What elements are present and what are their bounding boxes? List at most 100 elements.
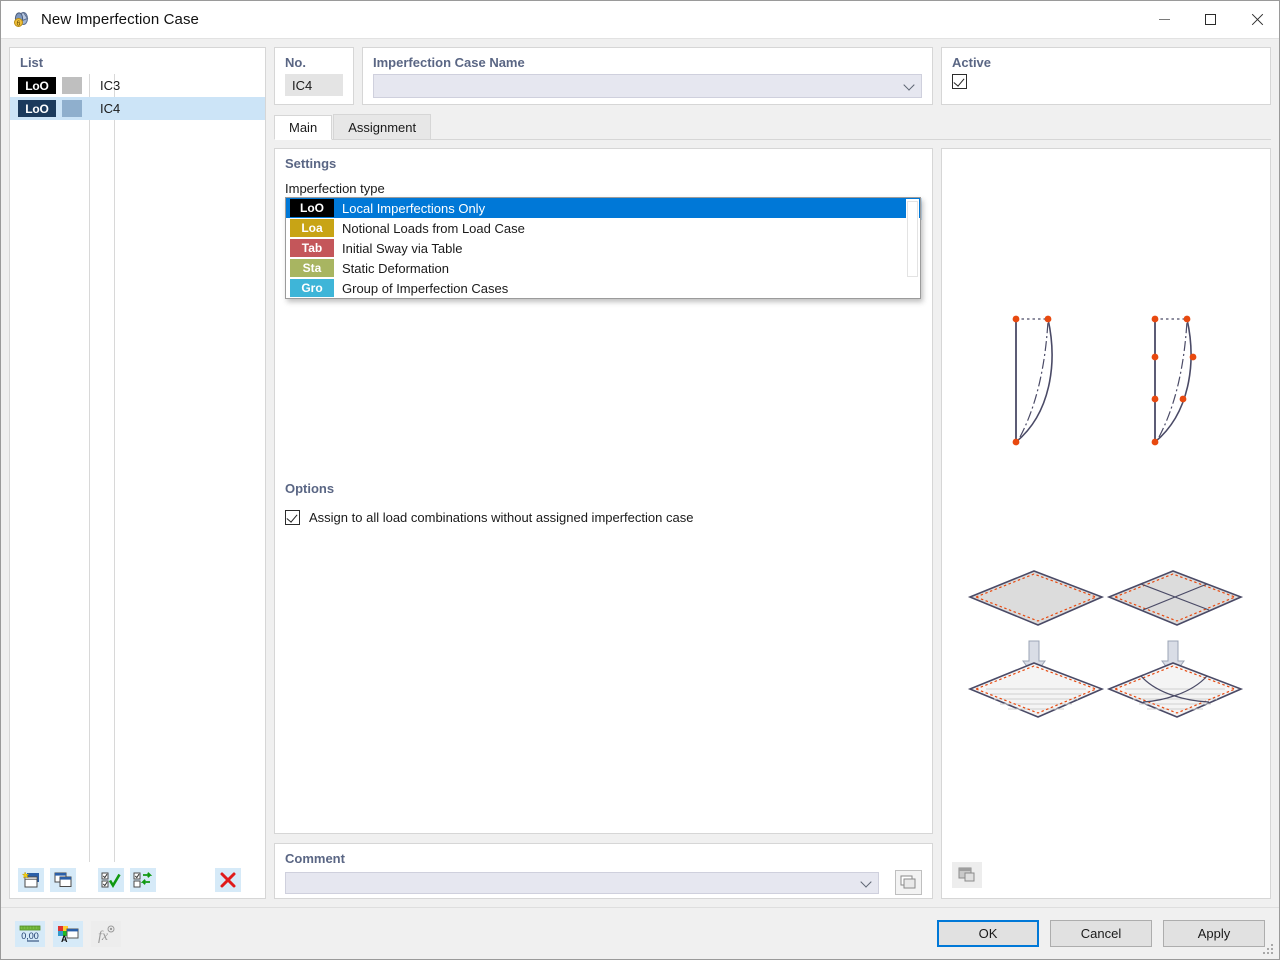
delete-button[interactable]	[215, 868, 241, 892]
dropdown-option-label: Group of Imperfection Cases	[342, 280, 509, 296]
color-palette-icon: A	[58, 925, 79, 944]
list-column-dividers	[10, 74, 265, 862]
comment-library-icon	[900, 875, 916, 889]
preview-image-button[interactable]	[952, 862, 982, 888]
chevron-down-icon	[903, 79, 915, 91]
surface-flat-grid-nodes	[1106, 570, 1244, 626]
display-properties-button[interactable]: A	[53, 920, 83, 947]
units-and-decimal-places-button[interactable]: 0,00	[15, 920, 45, 947]
comment-group: Comment	[274, 843, 933, 899]
maximize-button[interactable]	[1187, 1, 1233, 39]
assign-all-option-row: Assign to all load combinations without …	[285, 510, 693, 525]
dropdown-scroll-thumb[interactable]	[907, 201, 918, 277]
copy-imperfection-case-button[interactable]	[50, 868, 76, 892]
checklist-swap-icon	[133, 872, 153, 888]
list-item-label: IC4	[100, 101, 121, 116]
tab-assignment[interactable]: Assignment	[333, 114, 432, 139]
imperfection-type-label: Imperfection type	[285, 181, 385, 196]
imperfection-preview-diagrams	[967, 315, 1244, 718]
resize-grip[interactable]	[1263, 944, 1275, 956]
numeric-0-00-icon: 0,00	[19, 925, 41, 941]
type-badge-icon: LoO	[18, 100, 56, 117]
surface-deformed-edge-nodes	[967, 662, 1105, 718]
checklist-check-icon	[101, 872, 121, 889]
svg-text:fx: fx	[98, 929, 109, 944]
list-rows: LoO IC3 LoO IC4	[10, 74, 265, 120]
settings-group: Settings Imperfection type LoO Local Imp…	[274, 148, 933, 834]
footer-tools: 0,00 A fx	[15, 920, 121, 947]
new-window-icon	[21, 871, 39, 888]
dialog-footer: 0,00 A fx OK Cancel Apply	[1, 907, 1279, 959]
list-toolbar	[10, 862, 265, 898]
settings-title: Settings	[285, 156, 337, 171]
dropdown-option-label: Static Deformation	[342, 260, 449, 276]
dropdown-option-notional-loads-from-load-case[interactable]: Loa Notional Loads from Load Case	[286, 218, 920, 238]
invert-selection-button[interactable]	[130, 868, 156, 892]
type-badge-icon: Loa	[290, 219, 334, 237]
apply-button[interactable]: Apply	[1163, 920, 1265, 947]
window-title: New Imperfection Case	[41, 11, 199, 28]
svg-text:0,00: 0,00	[21, 931, 39, 941]
comment-title: Comment	[285, 851, 345, 866]
color-swatch	[62, 77, 82, 94]
dropdown-option-local-imperfections-only[interactable]: LoO Local Imperfections Only	[286, 198, 920, 218]
comment-input[interactable]	[285, 871, 879, 894]
title-bar: 6 New Imperfection Case	[1, 1, 1279, 39]
imperfection-case-name-input[interactable]	[373, 74, 922, 98]
select-all-button[interactable]	[98, 868, 124, 892]
name-label: Imperfection Case Name	[373, 55, 525, 70]
assign-all-checkbox[interactable]	[285, 510, 300, 525]
dialog-window: 6 New Imperfection Case List LoO IC3 LoO…	[0, 0, 1280, 960]
footer-buttons: OK Cancel Apply	[937, 920, 1265, 947]
list-body: LoO IC3 LoO IC4	[10, 74, 265, 862]
close-icon	[1250, 13, 1263, 26]
imperfection-type-dropdown[interactable]: LoO Local Imperfections Only Loa Notiona…	[285, 197, 921, 299]
list-panel: List LoO IC3 LoO IC4	[9, 47, 266, 899]
minimize-icon	[1158, 19, 1170, 20]
chevron-down-icon	[860, 875, 872, 888]
dropdown-option-label: Initial Sway via Table	[342, 240, 463, 256]
dropdown-scrollbar[interactable]	[906, 199, 919, 297]
list-panel-title: List	[20, 55, 44, 70]
tab-main[interactable]: Main	[274, 115, 333, 140]
color-swatch	[62, 100, 82, 117]
comment-library-button[interactable]	[895, 870, 922, 895]
dropdown-option-label: Local Imperfections Only	[342, 200, 486, 216]
formula-button[interactable]: fx	[91, 920, 121, 947]
copy-window-icon	[54, 872, 72, 887]
list-item[interactable]: LoO IC4	[10, 97, 265, 120]
active-label: Active	[952, 55, 992, 70]
minimize-button[interactable]	[1141, 1, 1187, 39]
active-checkbox-wrap	[952, 74, 1260, 89]
type-badge-icon: LoO	[290, 199, 334, 217]
active-group: Active	[941, 47, 1271, 105]
number-label: No.	[285, 55, 306, 70]
type-badge-icon: Tab	[290, 239, 334, 257]
assign-all-label: Assign to all load combinations without …	[309, 510, 694, 525]
dropdown-option-static-deformation[interactable]: Sta Static Deformation	[286, 258, 920, 278]
surface-flat-edge-nodes	[967, 570, 1105, 626]
close-button[interactable]	[1233, 1, 1279, 39]
maximize-icon	[1204, 14, 1216, 25]
main-area: No. IC4 Imperfection Case Name Active Ma…	[274, 47, 1271, 899]
svg-text:6: 6	[17, 20, 21, 27]
tab-content: Settings Imperfection type LoO Local Imp…	[274, 148, 1271, 899]
imperfection-case-icon: 6	[11, 9, 33, 31]
list-item[interactable]: LoO IC3	[10, 74, 265, 97]
dropdown-option-initial-sway-via-table[interactable]: Tab Initial Sway via Table	[286, 238, 920, 258]
cancel-button[interactable]: Cancel	[1050, 920, 1152, 947]
column-local-imperfection-multi	[1151, 315, 1197, 446]
window-controls	[1141, 1, 1279, 39]
number-group: No. IC4	[274, 47, 354, 105]
type-badge-icon: LoO	[18, 77, 56, 94]
column-local-imperfection-single	[1012, 315, 1053, 446]
type-badge-icon: Gro	[290, 279, 334, 297]
new-imperfection-case-button[interactable]	[18, 868, 44, 892]
comment-row	[275, 870, 932, 895]
dialog-body: List LoO IC3 LoO IC4 No. IC4 Imperfectio…	[1, 39, 1279, 907]
dropdown-option-group-of-imperfection-cases[interactable]: Gro Group of Imperfection Cases	[286, 278, 920, 298]
active-checkbox[interactable]	[952, 74, 967, 89]
settings-column: Settings Imperfection type LoO Local Imp…	[274, 148, 933, 899]
ok-button[interactable]: OK	[937, 920, 1039, 947]
tab-strip: Main Assignment	[274, 114, 1271, 140]
